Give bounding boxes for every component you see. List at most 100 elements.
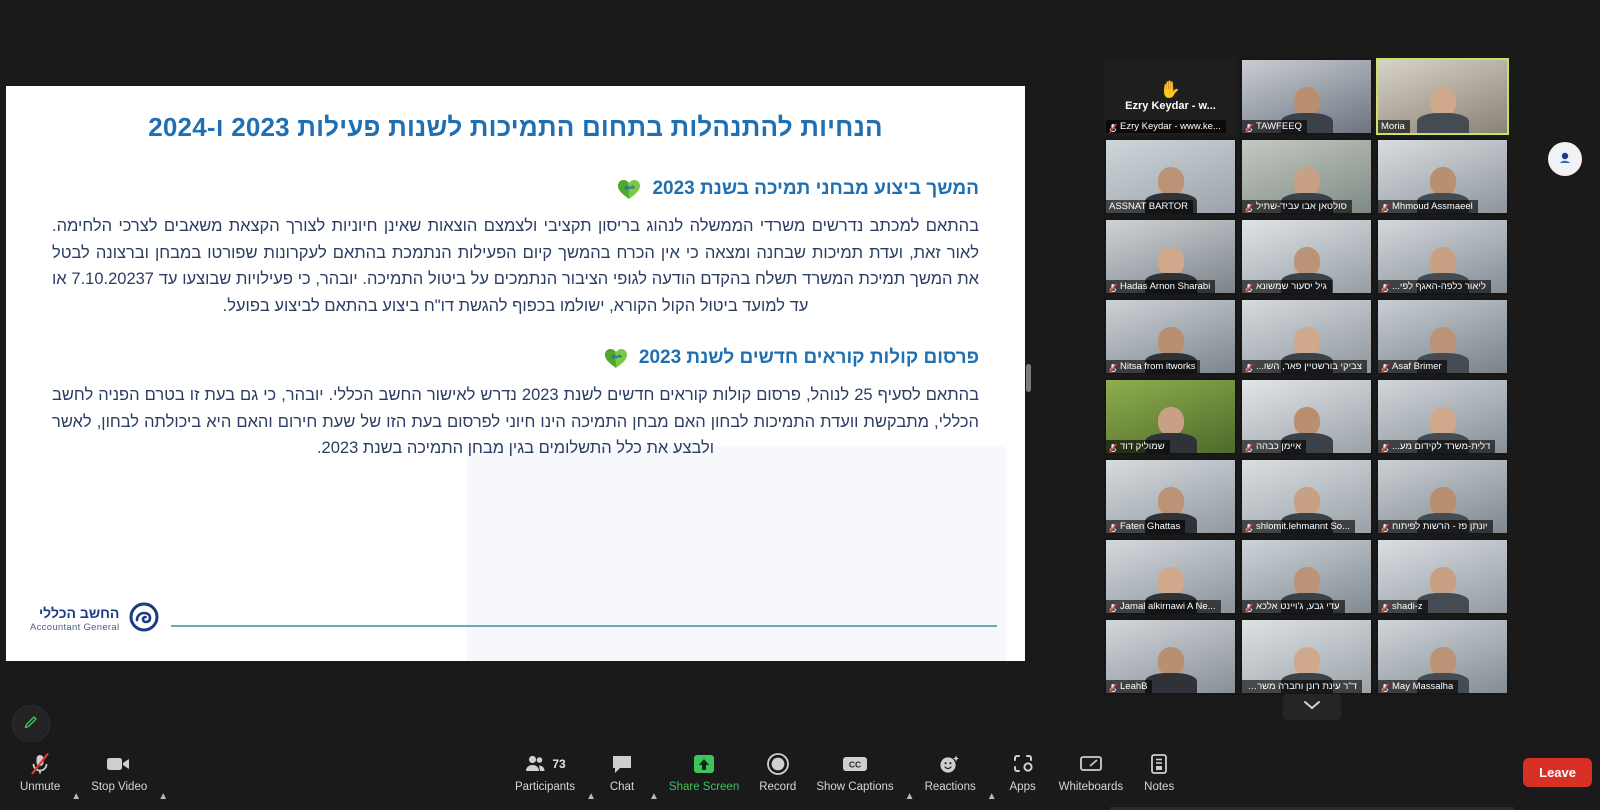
participant-tile[interactable]: Moria (1376, 58, 1509, 135)
video-camera-icon (105, 751, 133, 777)
annotate-button[interactable] (12, 705, 50, 743)
chevron-up-icon[interactable]: ▲ (986, 748, 997, 802)
participant-silhouette (1416, 87, 1469, 133)
participant-name: Jamal alkirnawi A Ne... (1120, 601, 1216, 612)
participant-name-bar: סולטאן אבו עביד-שתיל (1242, 200, 1352, 213)
microphone-muted-icon (1380, 601, 1390, 613)
participant-tile[interactable]: shlomit.lehmannt So... (1240, 458, 1373, 535)
participant-tile[interactable]: איימן כבהה (1240, 378, 1373, 455)
toolbar-button-share-screen[interactable]: Share Screen (659, 748, 749, 802)
participant-name-bar: Moria (1378, 120, 1410, 133)
apps-icon (1011, 751, 1035, 777)
participant-name-bar: ד"ר עינת רונן וחברה משרד... (1242, 680, 1362, 693)
participant-tile[interactable]: Hadas Arnon Sharabi (1104, 218, 1237, 295)
participant-tile[interactable]: TAWFEEQ (1240, 58, 1373, 135)
participant-tile[interactable]: Faten Ghattas (1104, 458, 1237, 535)
share-view-drag-divider[interactable] (1026, 364, 1031, 392)
chevron-up-icon[interactable]: ▲ (157, 748, 168, 802)
participant-tile[interactable]: Asaf Brimer (1376, 298, 1509, 375)
participant-name: TAWFEEQ (1256, 121, 1302, 132)
microphone-muted-icon (1244, 361, 1254, 373)
toolbar-button-unmute[interactable]: Unmute (10, 748, 70, 802)
participant-tile[interactable]: גיל יסעור שמשונא (1240, 218, 1373, 295)
chevron-up-icon[interactable]: ▲ (585, 748, 596, 802)
participant-name-bar: LeahB (1106, 680, 1153, 693)
toolbar-button-show-captions[interactable]: CC Show Captions (806, 748, 903, 802)
logo-text-english: Accountant General (30, 621, 120, 633)
participant-tile[interactable]: דלית-משרד לקידום מע... (1376, 378, 1509, 455)
participant-tile[interactable]: סולטאן אבו עביד-שתיל (1240, 138, 1373, 215)
participant-name: Moria (1381, 121, 1405, 132)
participant-name: עדי גבע, ג'ויינט אלכא (1256, 601, 1340, 612)
participant-name: Mhmoud Assmaeel (1392, 201, 1473, 212)
participant-name-bar: יונתן פז - הרשות לפיתוח (1378, 520, 1493, 533)
chevron-up-icon[interactable]: ▲ (904, 748, 915, 802)
participant-name-bar: Ezry Keydar - www.ke... (1106, 120, 1226, 133)
microphone-muted-icon (1380, 361, 1390, 373)
toolbar-label: Chat (609, 781, 635, 793)
microphone-muted-icon (1380, 281, 1390, 293)
participant-name: שמוליק דוד (1120, 441, 1165, 452)
microphone-muted-icon (1380, 441, 1390, 453)
microphone-muted-icon (1244, 201, 1254, 213)
participant-name: יונתן פז - הרשות לפיתוח (1392, 521, 1488, 532)
chevron-up-icon[interactable]: ▲ (70, 748, 81, 802)
microphone-muted-icon (27, 751, 53, 777)
toolbar-label: Apps (1009, 781, 1036, 793)
participant-name: דלית-משרד לקידום מע... (1392, 441, 1491, 452)
participant-tile[interactable]: Jamal alkirnawi A Ne... (1104, 538, 1237, 615)
closed-captions-icon: CC (840, 751, 870, 777)
participant-tile[interactable]: יונתן פז - הרשות לפיתוח (1376, 458, 1509, 535)
participant-name-bar: שמוליק דוד (1106, 440, 1170, 453)
participant-tile[interactable]: ASSNAT BARTOR (1104, 138, 1237, 215)
section-2-heading: פרסום קולות קוראים חדשים לשנת 2023 (638, 346, 979, 368)
gallery-next-page-button[interactable] (1283, 694, 1341, 720)
participant-tile[interactable]: שמוליק דוד (1104, 378, 1237, 455)
participant-tile[interactable]: LeahB (1104, 618, 1237, 695)
slide-section-1: המשך ביצוע מבחני תמיכה בשנת 2023 בהתאם ל… (52, 177, 979, 320)
participant-tile[interactable]: Nitsa from itworks (1104, 298, 1237, 375)
participant-name-bar: גיל יסעור שמשונא (1242, 280, 1332, 293)
toolbar-button-stop-video[interactable]: Stop Video (81, 748, 157, 802)
participant-name-bar: ליאור כלפה-האגף לפי... (1378, 280, 1491, 293)
participant-name-bar: דלית-משרד לקידום מע... (1378, 440, 1496, 453)
toolbar-label: Whiteboards (1058, 781, 1124, 793)
participant-tile[interactable]: עדי גבע, ג'ויינט אלכא (1240, 538, 1373, 615)
participant-name-bar: Mhmoud Assmaeel (1378, 200, 1478, 213)
toolbar-label: Show Captions (816, 781, 894, 793)
participant-name-bar: shlomit.lehmannt So... (1242, 520, 1355, 533)
microphone-muted-icon (1244, 281, 1254, 293)
participant-tile[interactable]: צביקי בורשטיין פאר, השו... (1240, 298, 1373, 375)
participant-tile[interactable]: Mhmoud Assmaeel (1376, 138, 1509, 215)
participant-tile[interactable]: ליאור כלפה-האגף לפי... (1376, 218, 1509, 295)
toolbar-label: Record (759, 781, 797, 793)
toolbar-button-chat[interactable]: Chat (596, 748, 648, 802)
participant-tile[interactable]: May Massalha (1376, 618, 1509, 695)
profile-avatar-icon[interactable] (1548, 142, 1582, 176)
handshake-heart-icon (616, 177, 642, 201)
toolbar-button-participants[interactable]: 73 Participants (505, 748, 585, 802)
participant-name: איימן כבהה (1256, 441, 1302, 452)
toolbar-button-notes[interactable]: Notes (1133, 748, 1185, 802)
section-1-heading: המשך ביצוע מבחני תמיכה בשנת 2023 (652, 178, 979, 199)
reactions-icon (937, 751, 963, 777)
participant-tile[interactable]: ✋ Ezry Keydar - w... Ezry Keydar - www.ke.… (1104, 58, 1237, 135)
toolbar-label: Unmute (20, 781, 61, 793)
participant-name: גיל יסעור שמשונא (1256, 281, 1327, 292)
toolbar-button-record[interactable]: Record (749, 748, 806, 802)
participant-name: סולטאן אבו עביד-שתיל (1256, 201, 1347, 212)
toolbar-button-apps[interactable]: Apps (997, 748, 1049, 802)
toolbar-button-reactions[interactable]: Reactions (915, 748, 986, 802)
participant-tile[interactable]: ד"ר עינת רונן וחברה משרד... (1240, 618, 1373, 695)
chevron-up-icon[interactable]: ▲ (648, 748, 659, 802)
logo-text-hebrew: החשב הכללי (38, 605, 120, 622)
raised-hand-icon: ✋ (1159, 80, 1182, 99)
meeting-toolbar: Unmute ▲ Stop Video ▲ 73 Participants ▲ Chat ▲ S… (0, 742, 1600, 810)
microphone-muted-icon (1244, 601, 1254, 613)
toolbar-button-whiteboards[interactable]: Whiteboards (1049, 748, 1134, 802)
participant-name: ד"ר עינת רונן וחברה משרד... (1245, 681, 1357, 692)
toolbar-label: Share Screen (668, 781, 740, 793)
participants-count: 73 (552, 757, 566, 771)
leave-button[interactable]: Leave (1523, 758, 1592, 787)
participant-tile[interactable]: shadi-z (1376, 538, 1509, 615)
